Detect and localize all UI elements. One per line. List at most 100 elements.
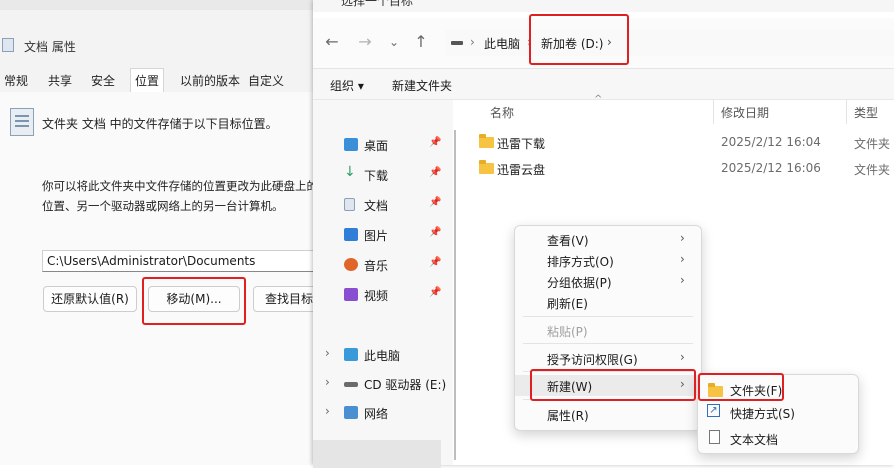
recent-chevron-icon[interactable]: ⌄ (384, 35, 404, 49)
command-bar: 组织 ▾ 新建文件夹 (313, 69, 894, 100)
document-icon (344, 198, 355, 211)
folder-properties-icon (2, 38, 14, 52)
column-divider[interactable] (846, 100, 847, 124)
tab-location[interactable]: 位置 (130, 68, 165, 94)
sidebar-item-this-pc[interactable]: › 此电脑 (313, 340, 453, 370)
pin-icon: 📌 (429, 287, 442, 298)
menu-item-refresh[interactable]: 刷新(E) (515, 292, 701, 313)
pc-icon (344, 348, 358, 361)
column-header-type[interactable]: 类型 (854, 104, 878, 121)
expand-chevron-icon[interactable]: › (325, 375, 330, 389)
forward-arrow-icon[interactable]: → (355, 32, 375, 51)
new-folder-button[interactable]: 新建文件夹 (392, 77, 452, 94)
organize-menu[interactable]: 组织 ▾ (330, 77, 364, 94)
file-date: 2025/2/12 16:06 (721, 161, 821, 175)
file-name: 迅雷下载 (497, 137, 546, 151)
menu-item-paste[interactable]: 粘贴(P) (515, 320, 701, 341)
column-header-name[interactable]: 名称 (490, 104, 514, 121)
sidebar-item-network[interactable]: › 网络 (313, 398, 453, 428)
breadcrumb-this-pc[interactable]: 此电脑 (484, 35, 520, 52)
menu-item-properties[interactable]: 属性(R) (515, 404, 701, 425)
submenu-item-shortcut[interactable]: ↗ 快捷方式(S) (698, 401, 858, 423)
breadcrumb-separator-icon: › (470, 35, 475, 49)
download-icon: ↓ (344, 164, 356, 180)
properties-dialog: 文档 属性 常规 共享 安全 位置 以前的版本 自定义 (0, 0, 318, 465)
file-row[interactable]: 迅雷云盘 2025/2/12 16:06 文件夹 (470, 157, 894, 179)
sidebar-item-desktop[interactable]: 桌面 📌 (313, 130, 453, 160)
tab-previous-versions[interactable]: 以前的版本 (176, 71, 244, 91)
pin-icon: 📌 (429, 167, 442, 178)
move-instructions-line-1: 你可以将此文件夹中文件存储的位置更改为此硬盘上的另 (42, 179, 317, 193)
file-row[interactable]: 迅雷下载 2025/2/12 16:04 文件夹 (470, 131, 894, 153)
submenu-arrow-icon: › (680, 273, 685, 287)
picker-titlebar: 选择一个目标 (313, 0, 894, 12)
menu-item-view[interactable]: 查看(V) › (515, 229, 701, 250)
shortcut-icon: ↗ (707, 404, 720, 417)
restore-default-button[interactable]: 还原默认值(R) (43, 286, 137, 312)
menu-item-sort-by[interactable]: 排序方式(O) › (515, 250, 701, 271)
navigation-scrollbar[interactable] (454, 130, 456, 460)
sidebar-item-videos[interactable]: 视频 📌 (313, 280, 453, 310)
pin-icon: 📌 (429, 227, 442, 238)
expand-chevron-icon[interactable]: › (325, 346, 330, 360)
dialog-title: 文档 属性 (24, 40, 76, 54)
sidebar-item-label: 音乐 (364, 259, 389, 273)
text-document-icon (709, 430, 720, 444)
file-date: 2025/2/12 16:04 (721, 135, 821, 149)
expand-chevron-icon[interactable]: › (325, 404, 330, 418)
menu-item-group-by[interactable]: 分组依据(P) › (515, 271, 701, 292)
documents-folder-icon (10, 108, 34, 136)
sidebar-item-documents[interactable]: 文档 📌 (313, 190, 453, 220)
sidebar-item-label: 视频 (364, 289, 389, 303)
submenu-item-text-document[interactable]: 文本文档 (698, 427, 858, 449)
address-highlight (529, 14, 629, 65)
sidebar-item-music[interactable]: 音乐 📌 (313, 250, 453, 280)
desktop-icon (344, 138, 358, 151)
up-arrow-icon[interactable]: ↑ (411, 32, 431, 51)
file-name: 迅雷云盘 (497, 163, 546, 177)
sidebar-item-pictures[interactable]: 图片 📌 (313, 220, 453, 250)
sidebar-item-label: 桌面 (364, 139, 389, 153)
menu-item-label: 排序方式(O) (547, 255, 614, 269)
move-instructions-line-2: 位置、另一个驱动器或网络上的另一台计算机。 (42, 199, 284, 213)
target-path-input[interactable]: C:\Users\Administrator\Documents (42, 250, 318, 272)
tab-customize[interactable]: 自定义 (244, 71, 288, 91)
pin-icon: 📌 (429, 197, 442, 208)
menu-item-label: 刷新(E) (547, 297, 588, 311)
sidebar-item-cd-drive[interactable]: › CD 驱动器 (E:) (313, 369, 453, 399)
sidebar-item-label: CD 驱动器 (E:) (364, 378, 447, 392)
sidebar-item-label: 文档 (364, 199, 389, 213)
column-header-date[interactable]: 修改日期 (721, 104, 769, 121)
folder-icon (479, 160, 494, 174)
folder-icon (479, 134, 494, 148)
tab-security[interactable]: 安全 (87, 71, 119, 91)
pin-icon: 📌 (429, 257, 442, 268)
network-icon (344, 406, 358, 419)
column-divider[interactable] (713, 100, 714, 124)
sidebar-item-label: 图片 (364, 229, 389, 243)
sidebar-item-label: 下载 (364, 169, 389, 183)
sidebar-item-label: 网络 (364, 407, 389, 421)
submenu-arrow-icon: › (680, 231, 685, 245)
submenu-arrow-icon: › (680, 350, 685, 364)
pin-icon: 📌 (429, 137, 442, 148)
move-button-highlight (142, 277, 246, 325)
tab-strip: 常规 共享 安全 位置 以前的版本 自定义 (0, 68, 318, 94)
tab-general[interactable]: 常规 (0, 71, 32, 91)
tab-sharing[interactable]: 共享 (44, 71, 76, 91)
sort-arrow-icon: ^ (594, 94, 603, 105)
new-folder-highlight (698, 373, 784, 401)
menu-item-give-access[interactable]: 授予访问权限(G) › (515, 348, 701, 369)
address-bar[interactable]: › 此电脑 › 新加卷 (D:) › (445, 30, 894, 56)
menu-item-label: 属性(R) (547, 409, 589, 423)
dialog-top-strip (0, 0, 318, 10)
move-instructions: 你可以将此文件夹中文件存储的位置更改为此硬盘上的另 位置、另一个驱动器或网络上的… (42, 176, 317, 216)
menu-separator (523, 316, 693, 317)
submenu-item-label: 文本文档 (730, 433, 779, 447)
sidebar-item-downloads[interactable]: ↓ 下载 📌 (313, 160, 453, 190)
music-icon (344, 258, 358, 271)
selected-this-pc-background (313, 440, 441, 468)
cd-drive-icon (344, 382, 358, 387)
back-arrow-icon[interactable]: ← (322, 32, 342, 51)
submenu-item-label: 快捷方式(S) (730, 407, 795, 421)
